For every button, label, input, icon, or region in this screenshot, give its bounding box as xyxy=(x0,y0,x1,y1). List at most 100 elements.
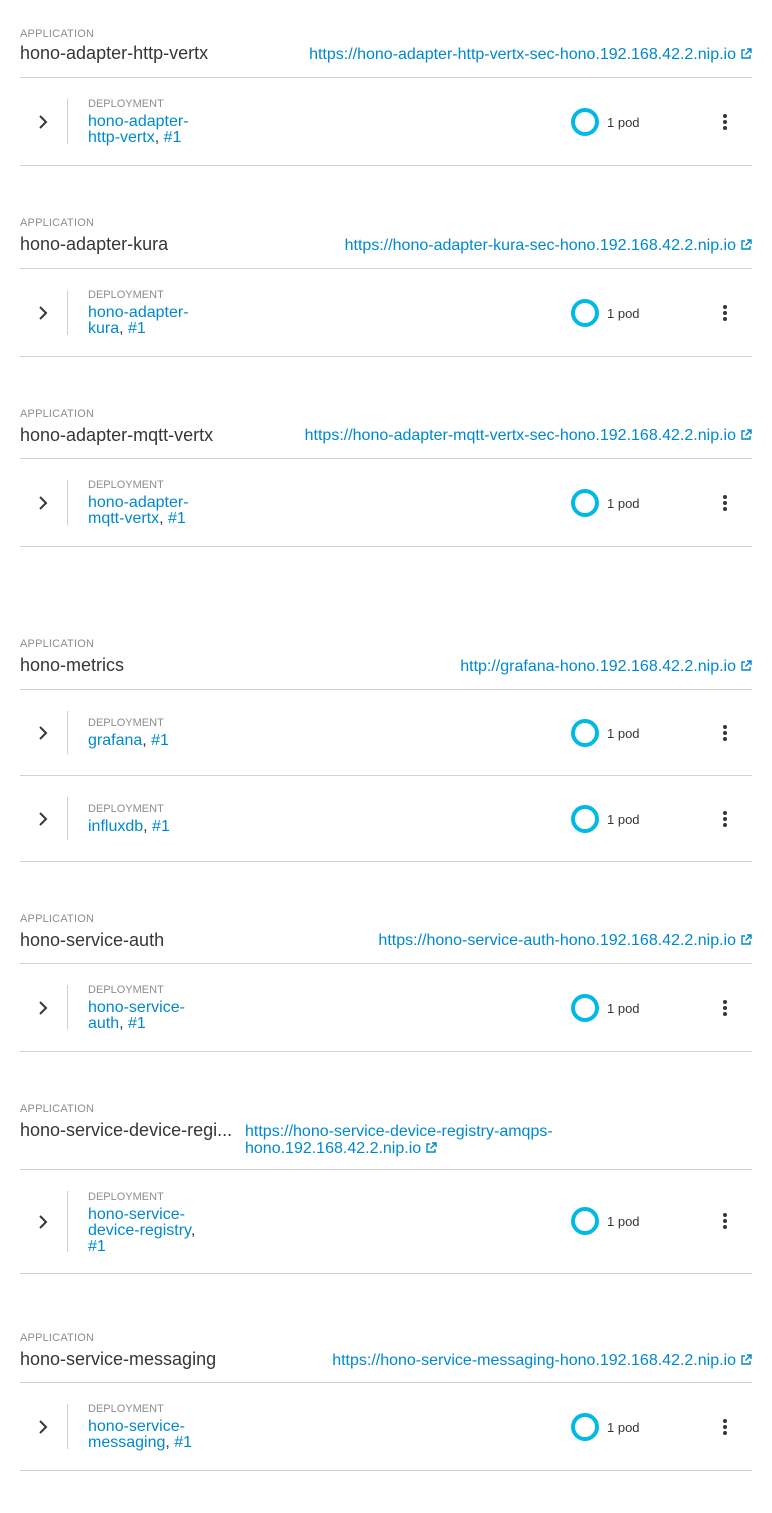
revision-link[interactable]: #1 xyxy=(152,818,170,835)
application-name: hono-adapter-mqtt-vertx xyxy=(20,425,214,445)
external-link-icon xyxy=(741,660,752,671)
comma: , xyxy=(154,129,164,146)
application-header: APPLICATION hono-service-auth https://ho… xyxy=(20,913,752,964)
pod-donut-icon xyxy=(571,805,599,833)
route-link[interactable]: https://hono-service-device-registry-amq… xyxy=(245,1123,605,1157)
deployment-row: DEPLOYMENT hono-service-device-registry,… xyxy=(20,1170,752,1274)
application-name: hono-adapter-kura xyxy=(20,234,169,254)
application-header: APPLICATION hono-adapter-kura https://ho… xyxy=(20,217,752,269)
kebab-menu-icon[interactable] xyxy=(717,1211,733,1231)
divider xyxy=(67,1191,68,1252)
expand-chevron-icon[interactable] xyxy=(34,304,52,322)
expand-chevron-icon[interactable] xyxy=(34,999,52,1017)
expand-chevron-icon[interactable] xyxy=(34,113,52,131)
deployment-link[interactable]: influxdb xyxy=(88,818,143,835)
route-link[interactable]: https://hono-adapter-mqtt-vertx-sec-hono… xyxy=(305,427,752,445)
route-link[interactable]: https://hono-service-messaging-hono.192.… xyxy=(332,1352,752,1370)
external-link-icon xyxy=(741,1354,752,1365)
kebab-menu-icon[interactable] xyxy=(717,112,733,132)
route-link-text-line2: hono.192.168.42.2.nip.io xyxy=(245,1140,422,1157)
revision-link[interactable]: #1 xyxy=(164,129,182,146)
expand-chevron-icon[interactable] xyxy=(34,494,52,512)
deployment-name-line1: grafana xyxy=(88,732,143,749)
application-name: hono-service-device-regi... xyxy=(20,1120,233,1140)
kebab-menu-icon[interactable] xyxy=(717,723,733,743)
deployment-name-line2: mqtt-vertx xyxy=(88,510,160,527)
deployment-row: DEPLOYMENT hono-adapter-kura, #1 1 pod xyxy=(20,269,752,357)
application-hono-adapter-kura: APPLICATION hono-adapter-kura https://ho… xyxy=(20,217,752,357)
kebab-menu-icon[interactable] xyxy=(717,809,733,829)
pod-count: 1 pod xyxy=(607,496,640,511)
comma: , xyxy=(190,1222,196,1239)
external-link-icon xyxy=(741,429,752,440)
deployment-name-line2: http-vertx xyxy=(88,129,155,146)
deployment-name: hono-service-messaging, #1 xyxy=(88,1419,218,1451)
pod-donut-icon xyxy=(571,299,599,327)
comma: , xyxy=(159,510,169,527)
revision-link[interactable]: #1 xyxy=(128,320,146,337)
expand-chevron-icon[interactable] xyxy=(34,724,52,742)
revision-link[interactable]: #1 xyxy=(174,1434,192,1451)
deployment-row: DEPLOYMENT hono-service-messaging, #1 1 … xyxy=(20,1383,752,1471)
kebab-menu-icon[interactable] xyxy=(717,303,733,323)
deployment-label: DEPLOYMENT xyxy=(88,803,164,815)
deployment-link[interactable]: grafana xyxy=(88,732,142,749)
deployment-name: influxdb, #1 xyxy=(88,819,288,835)
route-link[interactable]: https://hono-service-auth-hono.192.168.4… xyxy=(378,932,752,950)
deployment-label: DEPLOYMENT xyxy=(88,289,164,301)
route-link[interactable]: http://grafana-hono.192.168.42.2.nip.io xyxy=(460,658,752,676)
comma: , xyxy=(165,1434,175,1451)
deployment-label: DEPLOYMENT xyxy=(88,984,164,996)
application-name: hono-service-messaging xyxy=(20,1349,217,1369)
revision-link[interactable]: #1 xyxy=(168,510,186,527)
deployment-name: hono-adapter-http-vertx, #1 xyxy=(88,114,218,146)
deployment-link[interactable]: hono-service-device-registry xyxy=(88,1206,191,1239)
application-hono-service-messaging: APPLICATION hono-service-messaging https… xyxy=(20,1332,752,1471)
deployment-name-line1: hono-service- xyxy=(88,1418,185,1435)
deployment-row: DEPLOYMENT influxdb, #1 1 pod xyxy=(20,776,752,862)
route-link-text: https://hono-adapter-kura-sec-hono.192.1… xyxy=(344,237,736,254)
deployment-label: DEPLOYMENT xyxy=(88,479,164,491)
revision-link[interactable]: #1 xyxy=(151,732,169,749)
expand-chevron-icon[interactable] xyxy=(34,1213,52,1231)
pod-donut-icon xyxy=(571,1413,599,1441)
route-link[interactable]: https://hono-adapter-kura-sec-hono.192.1… xyxy=(345,237,752,255)
application-hono-service-auth: APPLICATION hono-service-auth https://ho… xyxy=(20,913,752,1052)
expand-chevron-icon[interactable] xyxy=(34,810,52,828)
divider xyxy=(67,985,68,1030)
revision-link[interactable]: #1 xyxy=(88,1238,106,1255)
application-name: hono-adapter-http-vertx xyxy=(20,43,209,63)
pod-donut-icon xyxy=(571,994,599,1022)
divider xyxy=(67,290,68,335)
divider xyxy=(67,711,68,754)
route-link[interactable]: https://hono-adapter-http-vertx-sec-hono… xyxy=(309,46,752,64)
deployment-row: DEPLOYMENT grafana, #1 1 pod xyxy=(20,690,752,776)
kebab-menu-icon[interactable] xyxy=(717,998,733,1018)
application-label: APPLICATION xyxy=(20,408,95,420)
application-hono-metrics: APPLICATION hono-metrics http://grafana-… xyxy=(20,638,752,862)
application-name: hono-metrics xyxy=(20,655,125,675)
deployment-name-line2: kura xyxy=(88,320,120,337)
pod-count: 1 pod xyxy=(607,1001,640,1016)
application-header: APPLICATION hono-service-device-regi... … xyxy=(20,1103,752,1170)
deployment-label: DEPLOYMENT xyxy=(88,1403,164,1415)
external-link-icon xyxy=(741,48,752,59)
kebab-menu-icon[interactable] xyxy=(717,493,733,513)
divider xyxy=(67,99,68,144)
application-hono-adapter-http-vertx: APPLICATION hono-adapter-http-vertx http… xyxy=(20,26,752,166)
deployment-label: DEPLOYMENT xyxy=(88,717,164,729)
application-header: APPLICATION hono-service-messaging https… xyxy=(20,1332,752,1383)
revision-link[interactable]: #1 xyxy=(128,1015,146,1032)
kebab-menu-icon[interactable] xyxy=(717,1417,733,1437)
deployment-name-line1: hono-service- xyxy=(88,999,185,1016)
divider xyxy=(67,480,68,525)
expand-chevron-icon[interactable] xyxy=(34,1418,52,1436)
deployment-name-line2: auth xyxy=(88,1015,120,1032)
divider xyxy=(67,797,68,840)
external-link-icon xyxy=(741,239,752,250)
application-label: APPLICATION xyxy=(20,217,95,229)
route-link-text: https://hono-service-messaging-hono.192.… xyxy=(332,1352,736,1369)
deployment-name-line1: hono-adapter- xyxy=(88,304,189,321)
application-label: APPLICATION xyxy=(20,638,95,650)
deployment-name-line1: hono-adapter- xyxy=(88,113,189,130)
